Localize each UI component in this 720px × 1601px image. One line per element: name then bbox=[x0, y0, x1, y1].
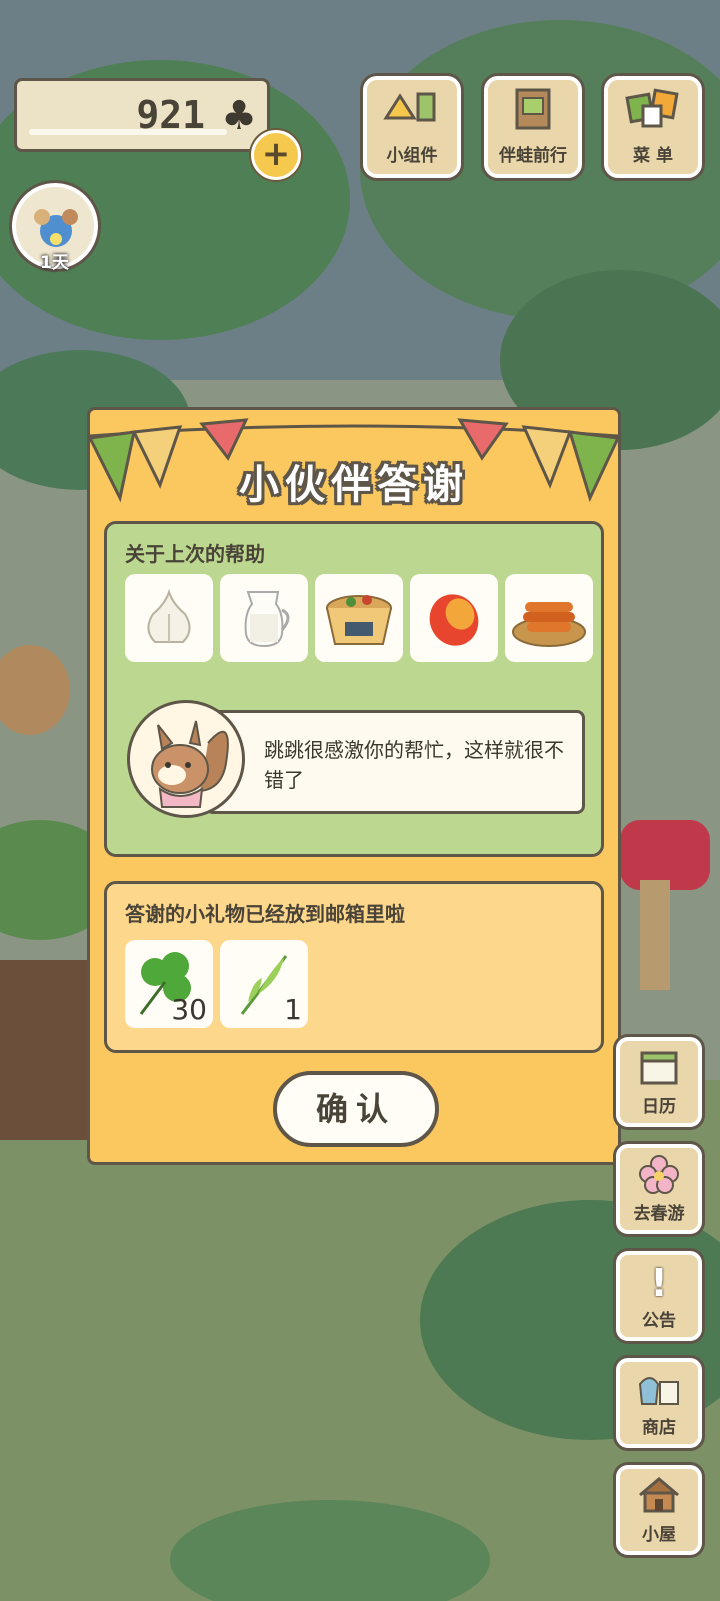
dialog-title: 小伙伴答谢 bbox=[239, 462, 469, 508]
shop-button[interactable]: 商店 bbox=[616, 1358, 702, 1448]
menu-cards-icon bbox=[608, 88, 698, 142]
calendar-icon bbox=[620, 1047, 698, 1096]
journey-label: 伴蛙前行 bbox=[499, 146, 567, 166]
squirrel-icon bbox=[151, 720, 229, 808]
shop-bags-icon bbox=[620, 1368, 698, 1417]
calendar-button[interactable]: 日历 bbox=[616, 1037, 702, 1127]
help-section: 关于上次的帮助 跳跳很感激你的帮忙，这样就很不错了 bbox=[104, 521, 604, 857]
menu-label: 菜 单 bbox=[633, 146, 673, 166]
flower-icon bbox=[620, 1154, 698, 1203]
squirrel-portrait bbox=[127, 700, 245, 818]
notice-button[interactable]: ! 公告 bbox=[616, 1251, 702, 1341]
confirm-button[interactable]: 确认 bbox=[273, 1071, 439, 1147]
thanks-speech-bubble: 跳跳很感激你的帮忙，这样就很不错了 bbox=[205, 710, 585, 814]
partner-thanks-dialog: 小伙伴答谢 关于上次的帮助 跳跳很感激你的帮忙，这样就很不错了 答谢的小礼物已经… bbox=[87, 407, 621, 1165]
journey-button[interactable]: 伴蛙前行 bbox=[484, 76, 582, 178]
menu-button[interactable]: 菜 单 bbox=[604, 76, 702, 178]
gift-section-heading: 答谢的小礼物已经放到邮箱里啦 bbox=[125, 902, 405, 926]
house-label: 小屋 bbox=[642, 1525, 676, 1545]
gift-section: 答谢的小礼物已经放到邮箱里啦 30 1 bbox=[104, 881, 604, 1053]
reward-grass-count: 1 bbox=[284, 993, 302, 1026]
counter-underline bbox=[29, 129, 227, 135]
help-item-milk[interactable] bbox=[220, 574, 308, 662]
calendar-label: 日历 bbox=[642, 1097, 676, 1117]
help-item-mango[interactable] bbox=[410, 574, 498, 662]
help-section-heading: 关于上次的帮助 bbox=[125, 542, 265, 566]
thanks-message: 跳跳很感激你的帮忙，这样就很不错了 bbox=[264, 738, 564, 792]
exclamation-icon: ! bbox=[650, 1261, 668, 1305]
glazed-snack-icon bbox=[512, 602, 586, 647]
house-icon bbox=[620, 1475, 698, 1524]
mango-icon bbox=[429, 594, 479, 646]
help-item-noodles[interactable] bbox=[315, 574, 403, 662]
travel-days: 1天 bbox=[40, 253, 69, 273]
house-button[interactable]: 小屋 bbox=[616, 1465, 702, 1555]
shop-label: 商店 bbox=[642, 1418, 676, 1438]
milk-pitcher-icon bbox=[244, 591, 290, 648]
noodle-cup-icon bbox=[326, 595, 392, 645]
clover-counter: 921 ♣ bbox=[14, 78, 270, 152]
notice-label: 公告 bbox=[642, 1311, 676, 1331]
add-clover-button[interactable]: + bbox=[251, 130, 301, 180]
widget-icon bbox=[367, 88, 457, 142]
help-item-garlic[interactable] bbox=[125, 574, 213, 662]
reward-grass[interactable]: 1 bbox=[220, 940, 308, 1028]
widget-label: 小组件 bbox=[386, 146, 438, 166]
picnic-button[interactable]: 去春游 bbox=[616, 1144, 702, 1234]
journal-icon bbox=[488, 88, 578, 142]
garlic-icon bbox=[147, 588, 191, 643]
picnic-label: 去春游 bbox=[633, 1204, 685, 1224]
reward-clover[interactable]: 30 bbox=[125, 940, 213, 1028]
reward-clover-count: 30 bbox=[171, 993, 207, 1026]
help-item-snack[interactable] bbox=[505, 574, 593, 662]
widget-button[interactable]: 小组件 bbox=[363, 76, 461, 178]
